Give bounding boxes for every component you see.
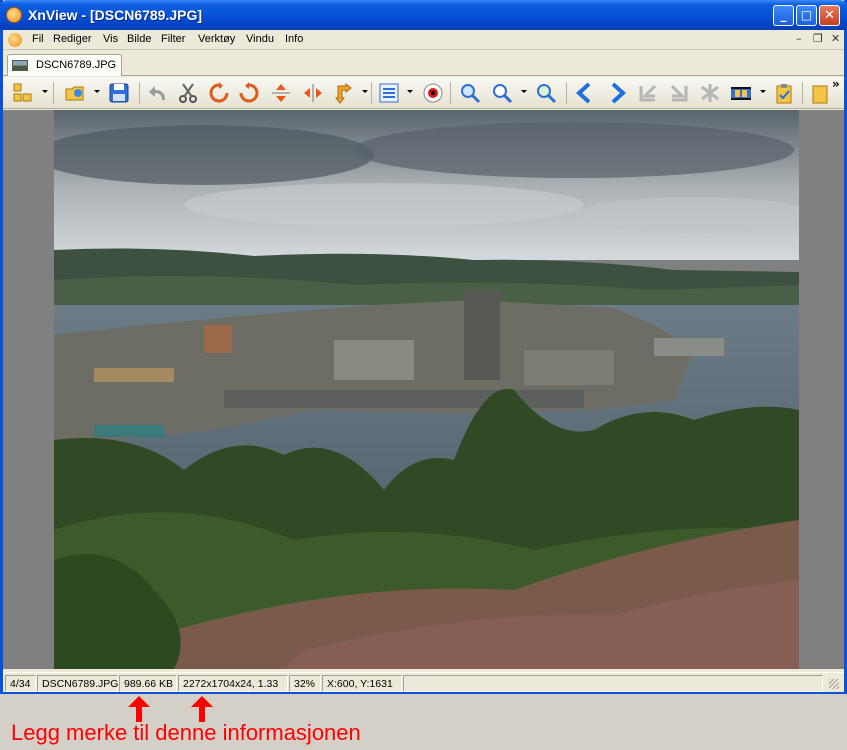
app-window: XnView - [DSCN6789.JPG] _ □ ✕ Fil Redige… (0, 0, 847, 694)
status-empty-panel (403, 675, 823, 692)
undo-icon[interactable] (146, 81, 170, 105)
toolbar-separator (371, 82, 372, 104)
image-thumbnail-icon (12, 60, 28, 71)
menu-verktoy[interactable]: Verktøy (198, 33, 235, 45)
slideshow-icon[interactable] (698, 81, 722, 105)
zoom-in-icon[interactable] (458, 81, 482, 105)
last-icon[interactable] (667, 81, 691, 105)
flip-vertical-icon[interactable] (269, 81, 293, 105)
filmstrip-icon[interactable] (729, 81, 753, 105)
open-icon[interactable] (63, 81, 87, 105)
image-viewer[interactable] (3, 110, 844, 669)
save-icon[interactable] (107, 81, 131, 105)
status-dimensions: 2272x1704x24, 1.33 (178, 675, 288, 692)
transform-icon[interactable] (333, 81, 357, 105)
window-title: XnView - [DSCN6789.JPG] (28, 7, 203, 23)
document-menu-icon[interactable] (8, 33, 22, 47)
adjust-icon[interactable] (377, 81, 401, 105)
xnview-app-icon[interactable] (6, 7, 22, 23)
annotation-area: Legg merke til denne informasjonen (0, 694, 847, 750)
toolbar-overflow-chevron[interactable]: » (832, 77, 840, 91)
resize-grip-icon[interactable] (829, 679, 839, 689)
zoom-icon[interactable] (490, 81, 514, 105)
chevron-down-icon[interactable] (42, 90, 48, 93)
rotate-left-icon[interactable] (207, 81, 231, 105)
paste-icon[interactable] (808, 81, 832, 105)
chevron-down-icon[interactable] (407, 90, 413, 93)
rotate-right-icon[interactable] (237, 81, 261, 105)
zoom-fit-icon[interactable] (534, 81, 558, 105)
status-filesize: 989.66 KB (119, 675, 177, 692)
toolbar: » (3, 77, 844, 109)
first-icon[interactable] (636, 81, 660, 105)
menu-rediger[interactable]: Rediger (53, 33, 92, 45)
mdi-close-button[interactable]: ✕ (831, 32, 840, 45)
browser-icon[interactable] (11, 81, 35, 105)
minimize-button[interactable]: _ (773, 5, 794, 26)
menu-vindu[interactable]: Vindu (246, 33, 274, 45)
chevron-down-icon[interactable] (521, 90, 527, 93)
document-tab-bar: DSCN6789.JPG (3, 51, 844, 76)
menu-info[interactable]: Info (285, 33, 303, 45)
status-image-position: 4/34 (5, 675, 36, 692)
maximize-button[interactable]: □ (796, 5, 817, 26)
title-bar[interactable]: XnView - [DSCN6789.JPG] _ □ ✕ (0, 0, 847, 30)
photo (54, 110, 799, 669)
toolbar-separator (802, 82, 803, 104)
status-filename: DSCN6789.JPG (37, 675, 118, 692)
chevron-down-icon[interactable] (94, 90, 100, 93)
clipboard-icon[interactable] (772, 81, 796, 105)
cut-icon[interactable] (176, 81, 200, 105)
toolbar-separator (450, 82, 451, 104)
next-icon[interactable] (605, 81, 629, 105)
red-eye-icon[interactable] (421, 81, 445, 105)
mdi-minimize-button[interactable]: – (796, 32, 802, 45)
menu-vis[interactable]: Vis (103, 33, 118, 45)
toolbar-separator (566, 82, 567, 104)
close-button[interactable]: ✕ (819, 5, 840, 26)
toolbar-separator (139, 82, 140, 104)
flip-horizontal-icon[interactable] (301, 81, 325, 105)
mdi-restore-button[interactable]: ❐ (813, 32, 823, 45)
chevron-down-icon[interactable] (362, 90, 368, 93)
tab-dscn6789[interactable]: DSCN6789.JPG (7, 54, 122, 76)
status-coordinates: X:600, Y:1631 (322, 675, 402, 692)
status-zoom: 32% (289, 675, 321, 692)
status-bar: 4/34 DSCN6789.JPG 989.66 KB 2272x1704x24… (3, 672, 844, 692)
previous-icon[interactable] (573, 81, 597, 105)
menu-filter[interactable]: Filter (161, 33, 185, 45)
menu-bar: Fil Rediger Vis Bilde Filter Verktøy Vin… (3, 30, 844, 50)
toolbar-separator (53, 82, 54, 104)
menu-fil[interactable]: Fil (32, 33, 44, 45)
menu-bilde[interactable]: Bilde (127, 33, 151, 45)
chevron-down-icon[interactable] (760, 90, 766, 93)
tab-label: DSCN6789.JPG (36, 59, 117, 71)
annotation-note: Legg merke til denne informasjonen (11, 720, 361, 745)
